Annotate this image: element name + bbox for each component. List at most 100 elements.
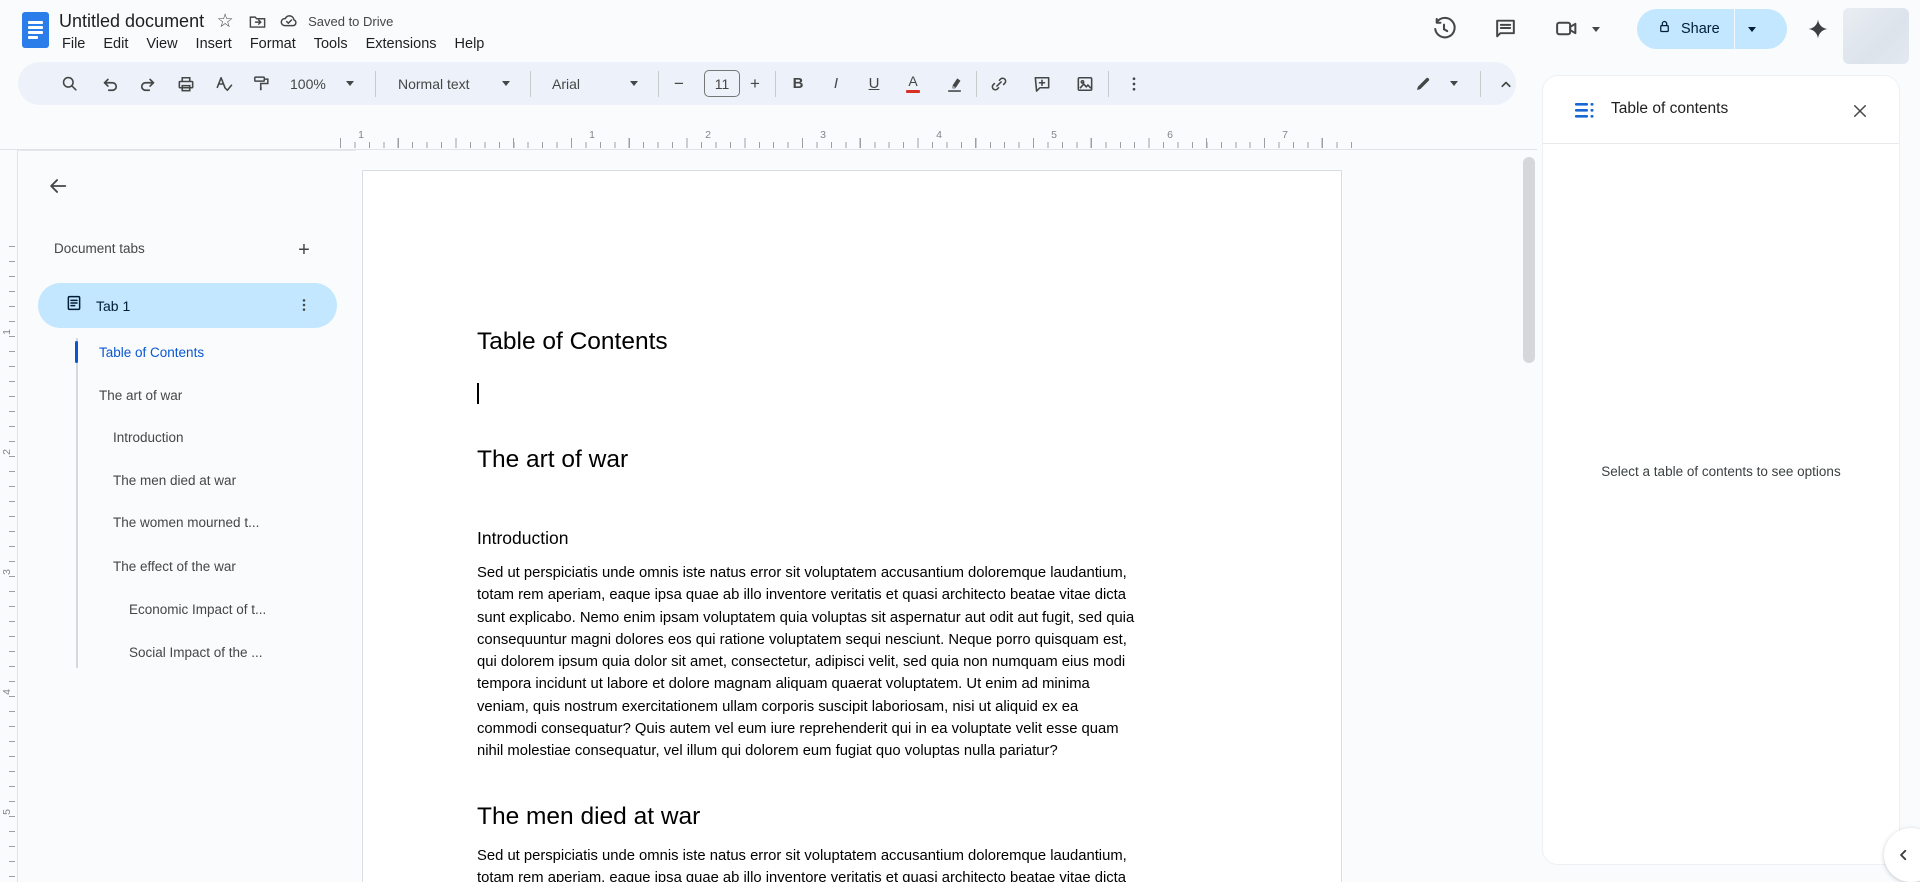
back-arrow-icon[interactable]: [40, 168, 76, 204]
doc-text-line: Sed ut perspiciatis unde omnis iste natu…: [477, 847, 1127, 864]
outline-item-the-men-died-at-war[interactable]: The men died at war: [18, 468, 348, 492]
highlight-color-icon[interactable]: [938, 68, 970, 100]
outline-item-the-women-mourned[interactable]: The women mourned t...: [18, 510, 348, 534]
saved-to-drive-cloud-icon[interactable]: [278, 10, 300, 32]
menu-format[interactable]: Format: [241, 33, 305, 55]
ruler-number: 2: [705, 129, 711, 141]
star-icon[interactable]: ☆: [214, 10, 236, 32]
bold-button[interactable]: B: [782, 68, 814, 100]
spell-check-icon[interactable]: [208, 68, 240, 100]
outline-item-label: The art of war: [99, 387, 183, 403]
menu-insert[interactable]: Insert: [187, 33, 241, 55]
move-folder-icon[interactable]: [246, 10, 268, 32]
saved-status-text: Saved to Drive: [308, 13, 394, 29]
doc-text-line: qui dolorem ipsum quia dolor sit amet, c…: [477, 654, 1126, 671]
table-of-contents-icon: [1575, 101, 1597, 125]
horizontal-ruler[interactable]: 1 1 2 3 4 5 6 7: [0, 107, 1537, 232]
toolbar: 100% Normal text Arial − 11 + B I U A: [18, 62, 1516, 105]
outline-item-label: Introduction: [113, 429, 184, 445]
decrease-font-size-icon[interactable]: −: [663, 68, 695, 100]
share-button[interactable]: Share: [1637, 9, 1787, 49]
menu-help[interactable]: Help: [446, 33, 494, 55]
ruler-number: 3: [820, 129, 826, 141]
insert-image-icon[interactable]: [1069, 68, 1101, 100]
editing-mode-button[interactable]: [1404, 68, 1468, 100]
font-select[interactable]: Arial: [542, 68, 648, 100]
menu-view[interactable]: View: [137, 33, 186, 55]
more-toolbar-options-icon[interactable]: [1118, 68, 1150, 100]
menu-bar: File Edit View Insert Format Tools Exten…: [53, 33, 493, 55]
outline-item-label: The effect of the war: [113, 558, 236, 574]
zoom-value: 100%: [290, 75, 326, 92]
document-scrollbar-thumb[interactable]: [1523, 157, 1535, 363]
ruler-ticks: [9, 246, 15, 882]
video-call-caret-icon[interactable]: [1592, 27, 1600, 32]
docs-logo-icon[interactable]: [22, 12, 49, 48]
menu-tools[interactable]: Tools: [305, 33, 357, 55]
document-page[interactable]: Table of Contents The art of war Introdu…: [362, 170, 1342, 882]
italic-button[interactable]: I: [820, 68, 852, 100]
paragraph-style-value: Normal text: [398, 75, 470, 92]
doc-text-line: tempora incidunt ut labore et dolore mag…: [477, 676, 1090, 693]
doc-text-line: sunt explicabo. Nemo enim ipsam voluptat…: [477, 609, 1135, 626]
outline-item-label: The men died at war: [113, 472, 237, 488]
text-color-button[interactable]: A: [897, 68, 929, 100]
font-value: Arial: [552, 75, 581, 92]
outline-item-the-art-of-war[interactable]: The art of war: [18, 383, 348, 407]
add-tab-icon[interactable]: +: [288, 234, 320, 266]
ruler-number: 1: [589, 129, 595, 141]
tab-options-icon[interactable]: [293, 294, 315, 316]
tab-icon: [65, 294, 83, 317]
menu-extensions[interactable]: Extensions: [357, 33, 446, 55]
share-caret-icon[interactable]: [1747, 26, 1756, 32]
doc-text-line: veniam, quis nostrum exercitationem ulla…: [477, 698, 1079, 715]
menu-edit[interactable]: Edit: [94, 33, 137, 55]
doc-heading-the-art-of-war: The art of war: [477, 446, 629, 473]
hide-menus-icon[interactable]: [1490, 68, 1522, 100]
paragraph-style-select[interactable]: Normal text: [388, 68, 520, 100]
insert-link-icon[interactable]: [983, 68, 1015, 100]
video-call-icon[interactable]: [1554, 16, 1580, 42]
outline-item-introduction[interactable]: Introduction: [18, 425, 348, 449]
outline-item-the-effect-of-the-war[interactable]: The effect of the war: [18, 554, 348, 578]
text-cursor: [477, 383, 479, 404]
ruler-number: 4: [1, 689, 13, 695]
pen-icon: [1417, 77, 1430, 90]
outline-item-label: The women mourned t...: [113, 514, 260, 530]
increase-font-size-icon[interactable]: +: [739, 68, 771, 100]
font-size-input[interactable]: 11: [704, 70, 740, 97]
tab-label: Tab 1: [96, 297, 131, 314]
ruler-number: 3: [1, 569, 13, 575]
menu-file[interactable]: File: [53, 33, 94, 55]
comments-icon[interactable]: [1493, 16, 1519, 42]
doc-heading-the-men-died-at-war: The men died at war: [477, 802, 701, 830]
add-comment-icon[interactable]: [1026, 68, 1058, 100]
doc-heading-table-of-contents: Table of Contents: [477, 328, 668, 355]
ruler-number: 2: [1, 449, 13, 455]
outline-item-table-of-contents[interactable]: Table of Contents: [18, 340, 348, 364]
tab-1-item[interactable]: Tab 1: [38, 283, 337, 328]
panel-empty-message: Select a table of contents to see option…: [1601, 464, 1841, 479]
document-title[interactable]: Untitled document: [59, 11, 204, 32]
outline-item-social-impact[interactable]: Social Impact of the ...: [18, 640, 348, 664]
print-icon[interactable]: [170, 68, 202, 100]
gemini-icon[interactable]: [1806, 17, 1832, 43]
ruler-number: 5: [1051, 129, 1057, 141]
search-menus-icon[interactable]: [53, 68, 85, 100]
ruler-number: 6: [1167, 129, 1173, 141]
undo-icon[interactable]: [94, 68, 126, 100]
vertical-ruler[interactable]: 1 2 3 4 5: [0, 150, 18, 882]
app-header: Untitled document ☆ Saved to Drive File …: [0, 0, 1920, 64]
paint-format-icon[interactable]: [245, 68, 277, 100]
account-avatar[interactable]: [1843, 8, 1909, 64]
version-history-icon[interactable]: [1431, 16, 1457, 42]
outline-item-label: Social Impact of the ...: [129, 644, 263, 660]
outline-item-economic-impact[interactable]: Economic Impact of t...: [18, 597, 348, 621]
zoom-select[interactable]: 100%: [280, 68, 364, 100]
lock-icon: [1657, 19, 1672, 39]
close-panel-icon[interactable]: [1847, 98, 1873, 124]
underline-button[interactable]: U: [858, 68, 890, 100]
redo-icon[interactable]: [132, 68, 164, 100]
share-divider: [1733, 9, 1735, 49]
doc-text-line: consequuntur magni dolores eos qui ratio…: [477, 631, 1127, 648]
